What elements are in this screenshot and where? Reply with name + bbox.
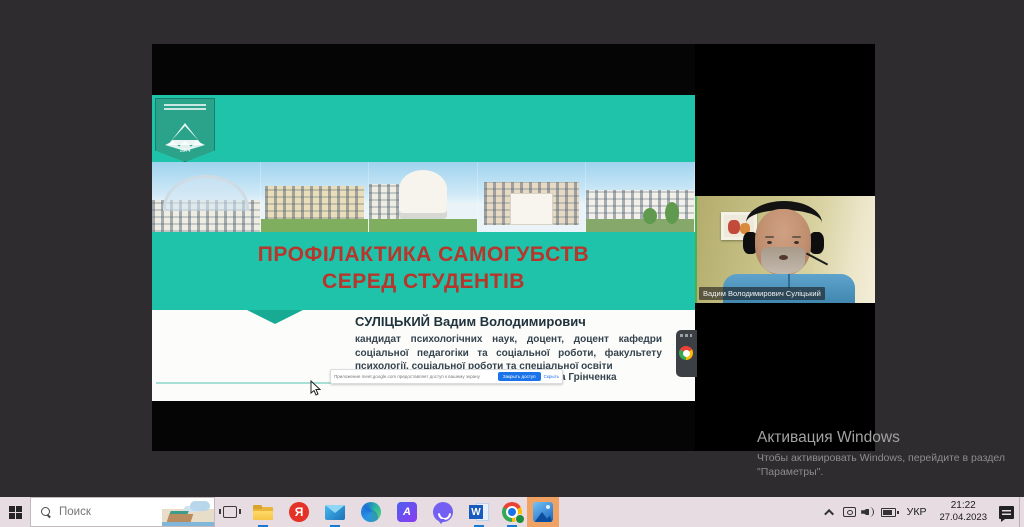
logo-text-line <box>164 108 206 110</box>
action-center-icon <box>999 506 1014 519</box>
taskbar-app-chrome[interactable] <box>497 497 527 527</box>
taskbar-app-file-explorer[interactable] <box>245 497 281 527</box>
yandex-browser-icon: Я <box>289 502 309 522</box>
taskbar-app-word[interactable]: W <box>461 497 497 527</box>
face-detail <box>792 236 801 238</box>
language-indicator[interactable]: УКР <box>900 506 934 518</box>
windows-logo-icon <box>9 506 22 519</box>
watermark-subtext: Чтобы активировать Windows, перейдите в … <box>757 451 1005 479</box>
tray-clock[interactable]: 21:22 27.04.2023 <box>933 500 993 524</box>
display-icon <box>843 507 856 517</box>
word-icon: W <box>469 502 489 522</box>
campus-photo-5 <box>586 162 695 232</box>
tray-date: 27.04.2023 <box>939 512 987 524</box>
task-view-icon <box>223 506 237 518</box>
presenter-bio-tail: а Грінченка <box>560 372 617 383</box>
slide-title: ПРОФІЛАКТИКА САМОГУБСТВ СЕРЕД СТУДЕНТІВ <box>152 241 695 295</box>
taskbar-app-purple[interactable]: A <box>389 497 425 527</box>
search-art-pier <box>167 514 194 522</box>
stop-sharing-button[interactable]: Закрыть доступ <box>498 372 541 381</box>
logo-year: 1874 <box>156 148 214 154</box>
face-detail <box>767 241 772 244</box>
start-button[interactable] <box>0 497 30 527</box>
windows-activation-watermark: Активация Windows Чтобы активировать Win… <box>757 429 1005 479</box>
taskbar-app-viber[interactable] <box>425 497 461 527</box>
face-detail <box>761 247 805 274</box>
presentation-slide: 1874 <box>152 95 695 401</box>
presenter-name: СУЛІЦЬКИЙ Вадим Володимирович <box>355 314 586 329</box>
screen-share-area: 1874 <box>152 44 695 451</box>
battery-icon <box>881 508 896 517</box>
search-icon <box>41 507 51 517</box>
desktop: 1874 <box>0 0 1024 527</box>
university-logo: 1874 <box>155 98 215 162</box>
taskbar: Я A W <box>0 497 1024 527</box>
mail-icon <box>325 505 345 520</box>
picture-detail <box>728 220 740 234</box>
logo-text-line <box>164 104 206 106</box>
search-highlight-image[interactable] <box>162 498 214 526</box>
tray-battery-button[interactable] <box>878 497 900 527</box>
google-logo-icon <box>679 346 693 360</box>
watermark-line-1: Чтобы активировать Windows, перейдите в … <box>757 451 1005 465</box>
toast-message: Приложение meet.google.com предоставляет… <box>334 374 495 379</box>
slide-footer-band: СУЛІЦЬКИЙ Вадим Володимирович кандидат п… <box>152 310 695 401</box>
purple-app-icon: A <box>397 502 417 522</box>
action-center-button[interactable] <box>993 497 1019 527</box>
meeting-window: 1874 <box>152 44 875 451</box>
taskbar-app-edge[interactable] <box>353 497 389 527</box>
taskbar-search[interactable] <box>30 497 215 527</box>
chevron-down-decoration <box>247 310 303 324</box>
chrome-meet-badge <box>515 514 525 524</box>
slide-title-line-2: СЕРЕД СТУДЕНТІВ <box>152 268 695 295</box>
system-tray: УКР 21:22 27.04.2023 <box>822 497 1024 527</box>
screen-share-toast: Приложение meet.google.com предоставляет… <box>330 369 563 384</box>
taskbar-app-photos-active[interactable] <box>527 497 559 527</box>
face-detail <box>765 236 774 238</box>
face-detail <box>794 241 799 244</box>
tray-volume-button[interactable] <box>859 497 878 527</box>
participant-video-tile[interactable]: Вадим Володимирович Суліцький <box>695 196 875 303</box>
widget-controls-icon <box>680 334 692 337</box>
edge-browser-icon <box>361 502 381 522</box>
mouse-cursor-icon <box>310 380 321 401</box>
file-explorer-icon <box>253 505 273 520</box>
campus-photo-4 <box>478 162 587 232</box>
search-input[interactable] <box>51 506 162 518</box>
photos-icon <box>533 502 553 522</box>
presenter-bio: кандидат психологічних наук, доцент, доц… <box>355 333 662 374</box>
hide-toast-link[interactable]: Скрыть <box>544 374 559 379</box>
chrome-icon <box>502 502 522 522</box>
tray-overflow-button[interactable] <box>822 497 840 527</box>
search-art-cloud <box>190 501 210 511</box>
shirt-collar <box>788 274 790 288</box>
microphone-boom <box>806 252 828 265</box>
face-detail <box>779 255 788 260</box>
search-art-water <box>162 522 214 526</box>
watermark-line-2: "Параметры". <box>757 465 1005 479</box>
chevron-up-icon <box>824 508 834 518</box>
participant-video-column: Вадим Володимирович Суліцький <box>695 44 875 451</box>
headphone-cup-right <box>809 232 824 254</box>
taskbar-app-yandex[interactable]: Я <box>281 497 317 527</box>
campus-photo-1 <box>152 162 261 232</box>
show-desktop-button[interactable] <box>1019 497 1024 527</box>
taskbar-app-mail[interactable] <box>317 497 353 527</box>
speaker-icon <box>861 506 875 518</box>
campus-photo-strip <box>152 162 695 232</box>
participant-name-label: Вадим Володимирович Суліцький <box>699 287 825 300</box>
participant-face <box>755 209 811 275</box>
browser-pip-widget[interactable] <box>676 330 697 377</box>
watermark-title: Активация Windows <box>757 429 1005 447</box>
task-view-button[interactable] <box>215 497 245 527</box>
campus-photo-2 <box>261 162 370 232</box>
campus-photo-3 <box>369 162 478 232</box>
viber-icon <box>433 502 453 522</box>
tray-time: 21:22 <box>939 500 987 512</box>
tray-device-button[interactable] <box>840 497 859 527</box>
slide-title-line-1: ПРОФІЛАКТИКА САМОГУБСТВ <box>152 241 695 268</box>
